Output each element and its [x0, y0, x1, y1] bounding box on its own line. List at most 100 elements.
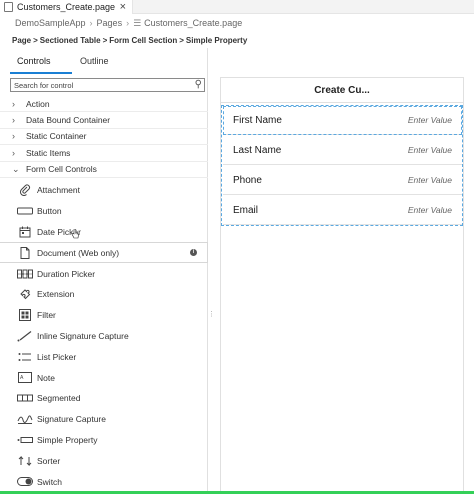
control-label: Extension: [37, 289, 75, 300]
group-data-bound-container[interactable]: › Data Bound Container: [0, 112, 208, 129]
breadcrumb-sectioned-table[interactable]: Sectioned Table: [40, 36, 101, 45]
segmented-icon: [16, 392, 33, 404]
duration-icon: [16, 268, 33, 280]
tab-controls[interactable]: Controls: [17, 56, 51, 66]
page-title[interactable]: Create Cu...: [221, 78, 463, 103]
button-icon: [16, 205, 33, 217]
file-icon: [4, 2, 13, 12]
chevron-right-icon: ›: [12, 115, 15, 126]
group-label: Static Items: [26, 147, 71, 158]
control-label: Document (Web only): [37, 247, 120, 258]
field-label: First Name: [233, 114, 282, 126]
path-app[interactable]: DemoSampleApp: [15, 18, 86, 28]
control-button[interactable]: Button: [0, 201, 208, 222]
path-folder[interactable]: Pages: [97, 18, 123, 28]
control-label: Duration Picker: [37, 268, 96, 279]
document-icon: [16, 246, 33, 259]
control-label: Simple Property: [37, 434, 98, 445]
form-row-phone[interactable]: Phone Enter Value: [223, 166, 462, 195]
breadcrumb-simple-property[interactable]: Simple Property: [186, 36, 247, 45]
close-icon[interactable]: ×: [120, 2, 126, 13]
control-sorter[interactable]: Sorter: [0, 450, 208, 471]
control-switch[interactable]: Switch: [0, 471, 208, 492]
breadcrumb: Page > Sectioned Table > Form Cell Secti…: [12, 35, 248, 45]
svg-text:A: A: [20, 375, 24, 381]
active-tab-indicator: [10, 72, 72, 74]
group-label: Form Cell Controls: [26, 164, 97, 175]
control-label: Button: [37, 206, 62, 217]
tab-outline[interactable]: Outline: [80, 56, 109, 66]
control-segmented[interactable]: Segmented: [0, 388, 208, 409]
signature-pen-icon: [16, 330, 33, 342]
field-placeholder: Enter Value: [407, 115, 452, 125]
search-icon[interactable]: ⚲: [195, 79, 202, 91]
field-label: Last Name: [233, 144, 282, 156]
chevron-right-icon: ›: [12, 98, 15, 109]
group-form-cell-controls[interactable]: ⌄ Form Cell Controls: [0, 162, 208, 178]
group-label: Data Bound Container: [26, 115, 111, 126]
control-label: Note: [37, 372, 55, 383]
control-attachment[interactable]: Attachment: [0, 180, 208, 201]
form-cell-section[interactable]: First Name Enter Value Last Name Enter V…: [221, 105, 463, 226]
form-row-first-name[interactable]: First Name Enter Value: [223, 106, 462, 135]
panel-splitter-handle[interactable]: ⋮: [208, 310, 215, 318]
field-placeholder: Enter Value: [407, 175, 452, 185]
group-action[interactable]: › Action: [0, 96, 208, 113]
file-path-bar: DemoSampleApp › Pages › ☰ Customers_Crea…: [0, 14, 474, 32]
control-label: Sorter: [37, 455, 61, 466]
control-document[interactable]: Document (Web only) i: [0, 242, 208, 264]
puzzle-icon: [16, 288, 33, 300]
control-signature-capture[interactable]: Signature Capture: [0, 409, 208, 430]
group-label: Action: [26, 98, 50, 109]
editor-tab-label: Customers_Create.page: [17, 2, 116, 12]
chevron-right-icon: ›: [126, 18, 130, 28]
calendar-icon: [16, 226, 33, 238]
control-inline-signature-capture[interactable]: Inline Signature Capture: [0, 326, 208, 347]
simple-property-icon: [16, 434, 33, 446]
editor-tab-bar: Customers_Create.page ×: [0, 0, 474, 14]
control-simple-property[interactable]: Simple Property: [0, 430, 208, 451]
control-extension[interactable]: Extension: [0, 284, 208, 305]
controls-panel: Controls Outline Search for control ⚲ › …: [0, 48, 208, 492]
search-input[interactable]: Search for control ⚲: [10, 78, 205, 92]
paperclip-icon: [16, 184, 33, 197]
control-date-picker[interactable]: Date Picker: [0, 222, 208, 243]
search-placeholder: Search for control: [14, 80, 74, 90]
filter-icon: [16, 309, 33, 322]
group-static-container[interactable]: › Static Container: [0, 129, 208, 146]
control-duration-picker[interactable]: Duration Picker: [0, 263, 208, 284]
chevron-right-icon: ›: [89, 18, 93, 28]
field-label: Email: [233, 204, 259, 216]
group-label: Static Container: [26, 131, 87, 142]
switch-icon: [16, 476, 33, 488]
path-file[interactable]: Customers_Create.page: [144, 18, 242, 28]
control-label: Inline Signature Capture: [37, 330, 129, 341]
form-row-email[interactable]: Email Enter Value: [223, 196, 462, 225]
control-groups: › Action › Data Bound Container › Static…: [0, 96, 208, 178]
note-icon: A: [16, 372, 33, 384]
control-label: Filter: [37, 310, 56, 321]
breadcrumb-page[interactable]: Page: [12, 36, 31, 45]
control-label: List Picker: [37, 351, 77, 362]
page-file-icon: ☰: [133, 17, 142, 28]
field-placeholder: Enter Value: [407, 145, 452, 155]
control-label: Attachment: [37, 185, 80, 196]
chevron-right-icon: ›: [12, 131, 15, 142]
group-static-items[interactable]: › Static Items: [0, 145, 208, 162]
info-icon[interactable]: i: [190, 249, 197, 257]
breadcrumb-form-cell-section[interactable]: Form Cell Section: [109, 36, 177, 45]
form-row-last-name[interactable]: Last Name Enter Value: [223, 136, 462, 165]
chevron-down-icon: ⌄: [12, 163, 20, 174]
control-note[interactable]: A Note: [0, 367, 208, 388]
editor-tab-customers-create[interactable]: Customers_Create.page ×: [0, 0, 133, 14]
form-cell-controls-list: Attachment Button Date Picker Document (…: [0, 180, 208, 492]
control-list-picker[interactable]: List Picker: [0, 346, 208, 367]
sorter-icon: [16, 455, 33, 467]
control-label: Segmented: [37, 393, 81, 404]
chevron-right-icon: ›: [12, 147, 15, 158]
control-filter[interactable]: Filter: [0, 305, 208, 326]
hand-cursor-icon: [71, 229, 79, 239]
field-label: Phone: [233, 174, 262, 186]
panel-tabs: Controls Outline: [0, 48, 208, 76]
field-placeholder: Enter Value: [407, 205, 452, 215]
